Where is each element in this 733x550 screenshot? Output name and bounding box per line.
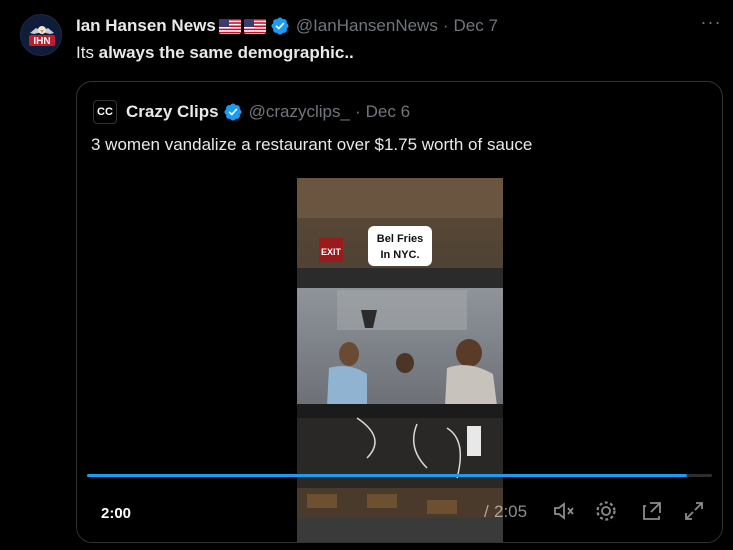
svg-text:In NYC.: In NYC.: [380, 249, 419, 261]
separator-dot: ·: [354, 102, 361, 121]
video-progress-bar[interactable]: [87, 474, 712, 477]
quote-text: 3 women vandalize a restaurant over $1.7…: [91, 135, 533, 154]
svg-text:EXIT: EXIT: [321, 247, 342, 257]
tweet-text: Its always the same demographic..: [76, 43, 354, 63]
tweet[interactable]: IHN Ian Hansen News @IanHansenNews · Dec…: [0, 0, 733, 550]
author-handle[interactable]: @IanHansenNews: [296, 16, 438, 36]
video-player[interactable]: EXIT Bel Fries In NYC. 2:00 / 2:05: [77, 178, 722, 542]
mute-icon[interactable]: [551, 498, 577, 524]
quote-avatar-text: CC: [97, 106, 113, 118]
verified-badge-icon[interactable]: [223, 102, 243, 122]
author-avatar[interactable]: IHN: [20, 14, 62, 56]
quote-author-name[interactable]: Crazy Clips: [126, 102, 219, 122]
video-frame[interactable]: EXIT Bel Fries In NYC.: [297, 178, 503, 542]
tweet-date[interactable]: Dec 7: [454, 16, 498, 36]
verified-badge-icon[interactable]: [270, 16, 290, 36]
tweet-text-prefix: Its: [76, 43, 99, 62]
separator-dot: ·: [442, 16, 449, 35]
video-still-image: EXIT Bel Fries In NYC.: [297, 178, 503, 542]
us-flag-icon: [243, 18, 266, 34]
current-time: 2:00: [101, 505, 132, 522]
quote-avatar[interactable]: CC: [93, 100, 117, 124]
fullscreen-icon[interactable]: [681, 498, 707, 524]
svg-text:IHN: IHN: [33, 36, 50, 47]
time-separator: /: [484, 502, 489, 521]
tweet-text-bold: always the same demographic..: [98, 43, 354, 62]
quote-header: CC Crazy Clips @crazyclips_ · Dec 6: [93, 100, 410, 124]
settings-icon[interactable]: [593, 498, 619, 524]
picture-in-picture-icon[interactable]: [639, 498, 665, 524]
us-flag-icon: [218, 18, 241, 34]
video-progress-fill: [87, 474, 687, 477]
eagle-logo-icon: IHN: [21, 15, 61, 55]
quote-date[interactable]: Dec 6: [366, 102, 410, 122]
total-time: 2:05: [494, 502, 528, 521]
tweet-header: Ian Hansen News @IanHansenNews · Dec 7: [76, 15, 498, 37]
more-options-icon[interactable]: ···: [700, 13, 722, 35]
quote-author-handle[interactable]: @crazyclips_: [249, 102, 350, 122]
author-name[interactable]: Ian Hansen News: [76, 16, 216, 36]
quoted-tweet[interactable]: CC Crazy Clips @crazyclips_ · Dec 6 3 wo…: [76, 81, 723, 543]
svg-text:Bel Fries: Bel Fries: [377, 233, 423, 245]
